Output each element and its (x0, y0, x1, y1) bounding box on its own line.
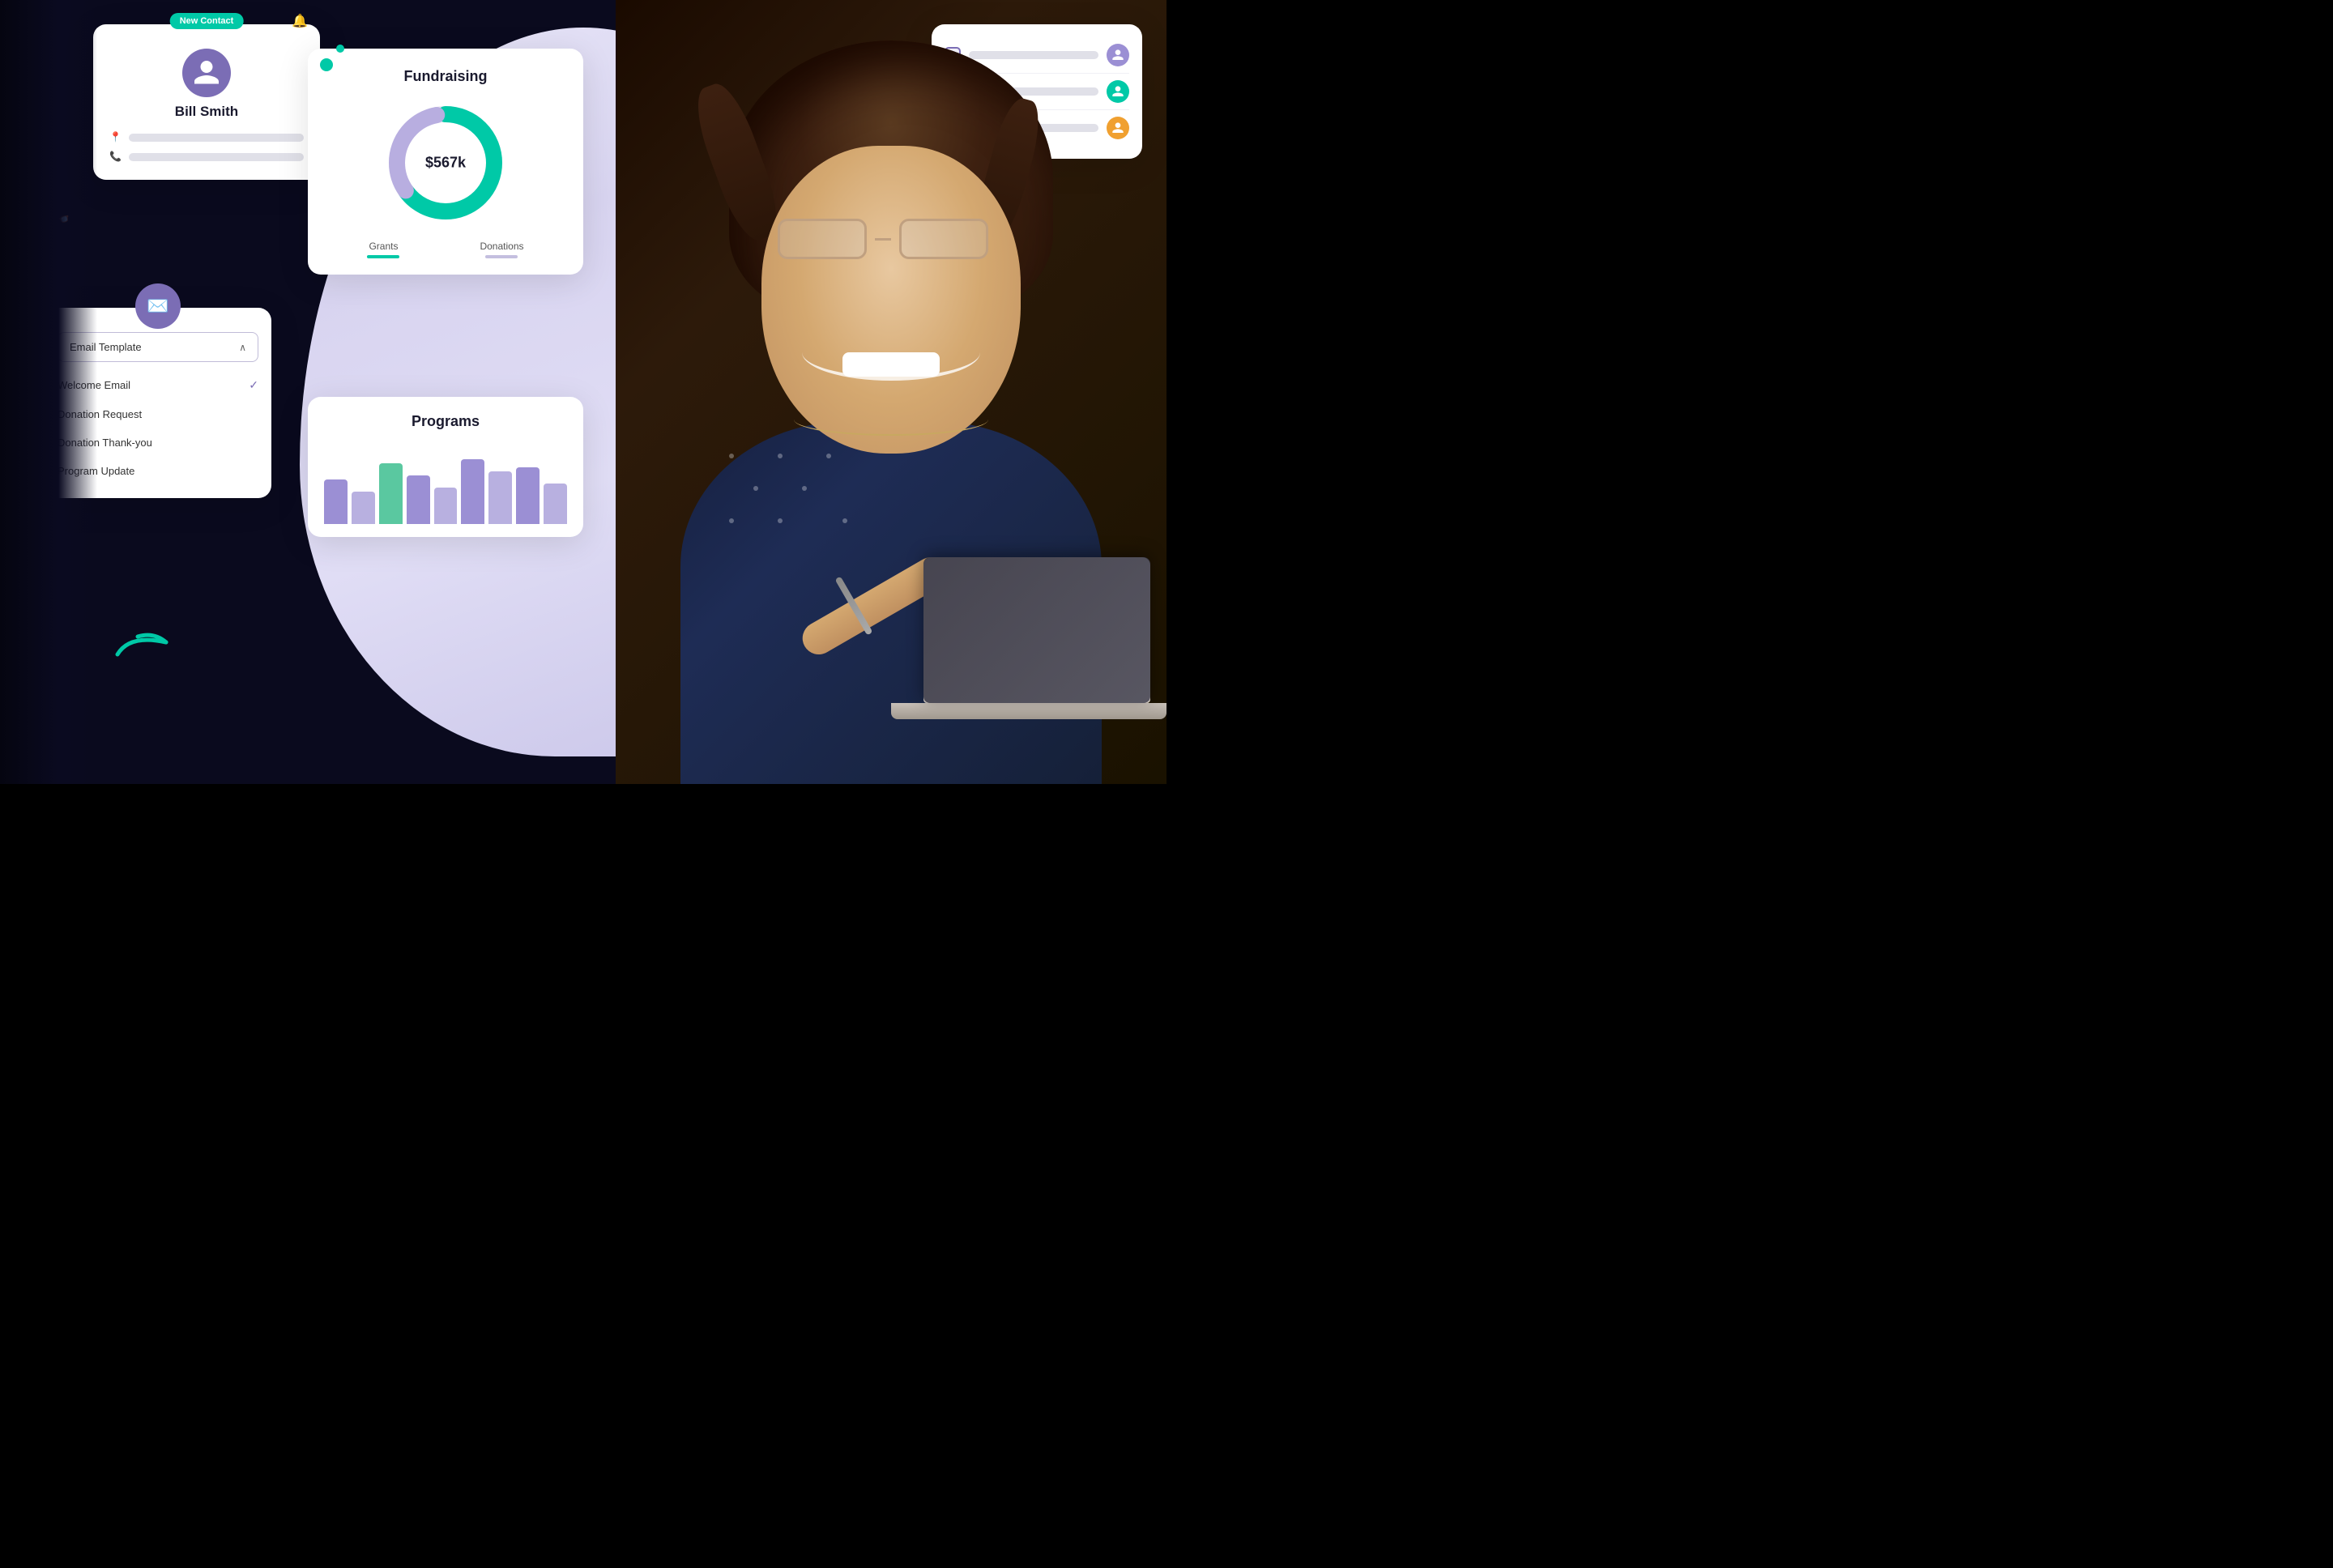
bar-7 (488, 471, 512, 524)
contact-card: New Contact 🔔 Bill Smith 📍 📞 (93, 24, 320, 180)
bar-8 (516, 467, 540, 524)
avatar-person-icon-2 (1111, 85, 1124, 98)
checkmark-icon: ✓ (249, 378, 258, 392)
grants-legend: Grants (367, 241, 399, 258)
task-text-1 (969, 51, 1098, 59)
teal-dot-2 (336, 45, 344, 53)
teeth (842, 352, 940, 377)
donut-chart: $567k (381, 98, 510, 228)
grants-label: Grants (369, 241, 398, 252)
phone-icon: 📞 (109, 151, 122, 164)
new-contact-badge: New Contact (170, 13, 244, 29)
bell-icon: 🔔 (292, 13, 308, 29)
fundraising-title: Fundraising (327, 68, 564, 85)
dark-left-overlay (0, 0, 97, 784)
programs-title: Programs (324, 413, 567, 430)
chevron-up-icon: ∧ (239, 342, 246, 353)
contact-info: 📍 📞 (109, 131, 304, 164)
grants-bar (367, 255, 399, 258)
glasses-left-lens (778, 219, 867, 259)
glasses (778, 219, 988, 267)
bar-5 (434, 488, 458, 524)
laptop-base (891, 703, 1166, 719)
teal-swoosh (113, 630, 170, 658)
laptop-screen (923, 557, 1150, 703)
contact-name: Bill Smith (109, 104, 304, 120)
contact-avatar (182, 49, 231, 97)
fundraising-card: Fundraising $567k Grants Donations (308, 49, 583, 275)
bar-3 (379, 463, 403, 524)
person-icon (192, 58, 221, 87)
donut-center-amount: $567k (425, 155, 466, 172)
email-icon-circle: ✉️ (135, 283, 181, 329)
bar-4 (407, 475, 430, 524)
teal-dot-1 (320, 58, 333, 71)
address-bar (129, 134, 304, 142)
donations-bar (485, 255, 518, 258)
task-avatar-1 (1107, 44, 1129, 66)
bar-6 (461, 459, 484, 524)
programs-card: Programs (308, 397, 583, 537)
glasses-bridge (875, 238, 891, 241)
contact-address-row: 📍 (109, 131, 304, 144)
donations-label: Donations (480, 241, 523, 252)
necklace (794, 403, 988, 436)
task-avatar-2 (1107, 80, 1129, 103)
laptop-display (923, 557, 1150, 703)
location-icon: 📍 (109, 131, 122, 144)
contact-phone-row: 📞 (109, 151, 304, 164)
avatar-person-icon (1111, 49, 1124, 62)
donations-legend: Donations (480, 241, 523, 258)
bar-9 (544, 484, 567, 524)
bar-1 (324, 479, 348, 524)
bar-chart (324, 443, 567, 524)
task-avatar-3 (1107, 117, 1129, 139)
donut-legend: Grants Donations (327, 241, 564, 258)
avatar-person-icon-3 (1111, 121, 1124, 134)
phone-bar (129, 153, 304, 161)
scene: New Contact 🔔 Bill Smith 📍 📞 ✉️ Email T (0, 0, 1166, 784)
bar-2 (352, 492, 375, 524)
glasses-right-lens (899, 219, 988, 259)
